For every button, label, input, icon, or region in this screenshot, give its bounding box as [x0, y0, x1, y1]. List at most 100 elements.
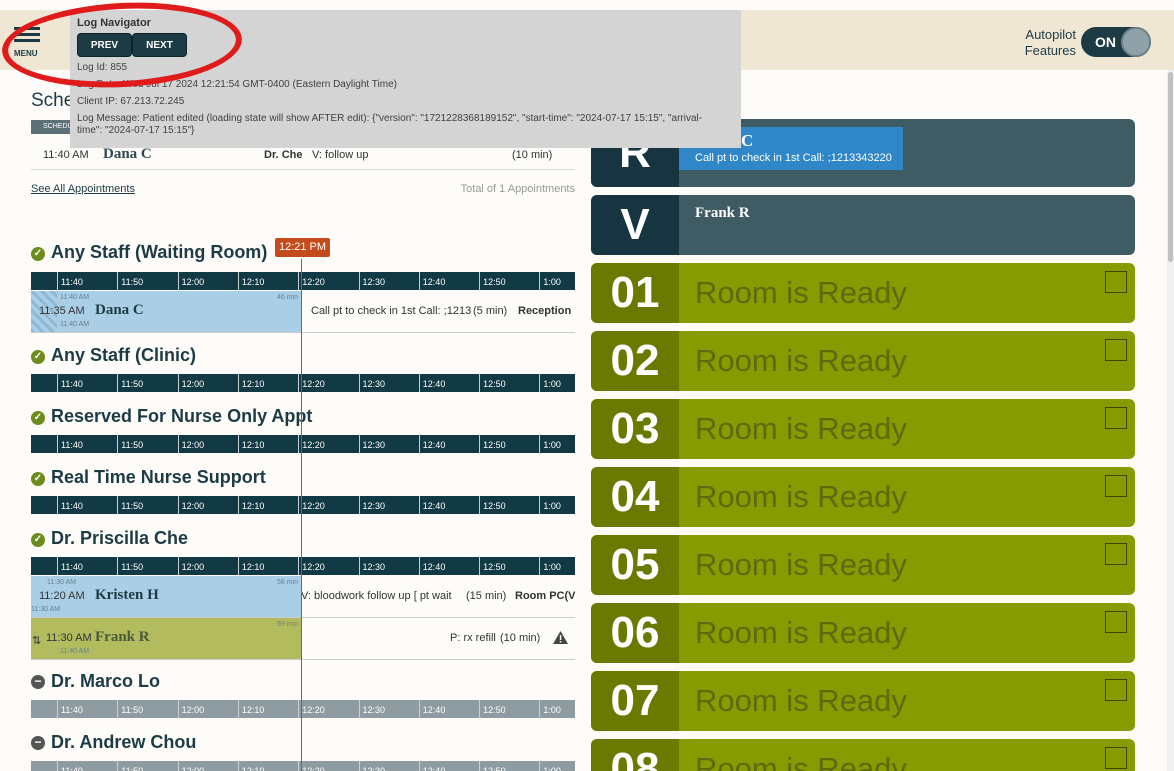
- timeline: 11:40 11:50 12:00 12:10 12:20 12:30 12:40 12:50…: [31, 761, 575, 771]
- room-03[interactable]: 03 Room is Ready: [591, 399, 1135, 459]
- room-checkbox[interactable]: [1105, 543, 1127, 565]
- room-04[interactable]: 04 Room is Ready: [591, 467, 1135, 527]
- timeline-tick: 12:30: [358, 272, 385, 290]
- timeline-tick: 12:10: [237, 700, 264, 718]
- appointment-duration: (10 min): [500, 632, 541, 644]
- timeline-tick: 12:40: [418, 374, 445, 392]
- start-label: 11:30 AM: [47, 579, 77, 586]
- timeline-tick: 12:50: [479, 557, 506, 575]
- timeline-tick: 12:40: [418, 272, 445, 290]
- timeline: 11:40 11:50 12:00 12:10 12:20 12:30 12:40 12:50…: [31, 374, 575, 392]
- toggle-knob[interactable]: [1121, 27, 1151, 57]
- log-message: Log Message: Patient edited (loading sta…: [77, 113, 734, 137]
- autopilot-toggle[interactable]: ON: [1081, 27, 1151, 57]
- timeline-tick: 12:20: [298, 496, 325, 514]
- room-checkbox[interactable]: [1105, 407, 1127, 429]
- timeline-tick: 12:20: [298, 272, 325, 290]
- row-time: 11:40 AM: [43, 149, 89, 161]
- room-checkbox[interactable]: [1105, 339, 1127, 361]
- room-checkbox[interactable]: [1105, 611, 1127, 633]
- warning-icon[interactable]: [552, 630, 569, 645]
- room-number: 08: [591, 739, 679, 771]
- timeline-tick: 12:30: [358, 700, 385, 718]
- patient-name: Kristen H: [95, 587, 159, 603]
- appointment-block[interactable]: 11:40 AM 46 min 11:40 AM 11:35 AM Dana C: [31, 291, 301, 332]
- prev-button[interactable]: PREV: [77, 33, 132, 57]
- timeline-tick: 11:40: [57, 496, 83, 514]
- appointment-note: Call pt to check in 1st Call: ;1213: [311, 305, 472, 317]
- row-doctor: Dr. Che: [264, 149, 303, 161]
- timeline: 11:40 11:50 12:00 12:10 12:20 12:30 12:40 12:50…: [31, 272, 575, 290]
- staff-title-clinic: ✓ Any Staff (Clinic): [31, 345, 196, 366]
- timeline-tick: 12:00: [177, 435, 204, 453]
- appointment-block[interactable]: ⇅ 59 min 11:40 AM 11:30 AM Frank R: [31, 618, 301, 659]
- room-checkbox[interactable]: [1105, 475, 1127, 497]
- reorder-icon[interactable]: ⇅: [32, 634, 41, 647]
- room-status: Room is Ready: [695, 751, 907, 771]
- room-07[interactable]: 07 Room is Ready: [591, 671, 1135, 731]
- toggle-label: ON: [1095, 34, 1116, 50]
- room-05[interactable]: 05 Room is Ready: [591, 535, 1135, 595]
- room-02[interactable]: 02 Room is Ready: [591, 331, 1135, 391]
- timeline: 11:40 11:50 12:00 12:10 12:20 12:30 12:40 12:50…: [31, 496, 575, 514]
- staff-title-nurse-only: ✓ Reserved For Nurse Only Appt: [31, 406, 312, 427]
- room-number: 04: [591, 467, 679, 527]
- staff-name: Dr. Priscilla Che: [51, 528, 189, 548]
- timeline-tick: 11:50: [117, 761, 143, 771]
- room-number: 02: [591, 331, 679, 391]
- room-status: Room is Ready: [695, 411, 907, 446]
- timeline-tick: 12:40: [418, 557, 445, 575]
- appointment-dana[interactable]: 11:40 AM 46 min 11:40 AM 11:35 AM Dana C…: [31, 291, 575, 333]
- room-01[interactable]: 01 Room is Ready: [591, 263, 1135, 323]
- timeline-tick: 12:30: [358, 435, 385, 453]
- timeline-tick: 11:50: [117, 374, 143, 392]
- timeline-tick: 12:10: [237, 557, 264, 575]
- timeline-tick: 1:00: [539, 435, 561, 453]
- appointment-duration: (5 min): [473, 305, 508, 317]
- room-number: 07: [591, 671, 679, 731]
- scrollbar-thumb[interactable]: [1168, 72, 1173, 262]
- arrival-label: 11:30 AM: [31, 606, 61, 613]
- check-icon: ✓: [31, 411, 45, 425]
- appointment-duration: (15 min): [466, 590, 507, 602]
- room-letter: V: [591, 195, 679, 255]
- timeline-tick: 12:00: [177, 496, 204, 514]
- appointment-location: Room PC(VI: [515, 590, 575, 602]
- timeline-tick: 12:20: [298, 761, 325, 771]
- appointment-kristen[interactable]: 11:30 AM 58 min 11:30 AM 11:20 AM Kriste…: [31, 576, 575, 618]
- room-08[interactable]: 08 Room is Ready: [591, 739, 1135, 771]
- timeline-tick: 11:50: [117, 700, 143, 718]
- next-button[interactable]: NEXT: [132, 33, 187, 57]
- timeline-tick: 12:50: [479, 700, 506, 718]
- row-duration: (10 min): [512, 149, 553, 161]
- appointment-frank[interactable]: ⇅ 59 min 11:40 AM 11:30 AM Frank R P: rx…: [31, 618, 575, 660]
- staff-title-waiting-room: ✓ Any Staff (Waiting Room): [31, 242, 267, 263]
- timeline-tick: 12:30: [358, 557, 385, 575]
- staff-title-dr-chou: − Dr. Andrew Chou: [31, 732, 196, 753]
- start-label: 11:40 AM: [60, 294, 90, 301]
- room-06[interactable]: 06 Room is Ready: [591, 603, 1135, 663]
- timeline-tick: 11:50: [117, 272, 143, 290]
- room-checkbox[interactable]: [1105, 679, 1127, 701]
- timeline-tick: 12:30: [358, 761, 385, 771]
- schedule-title: Sche: [31, 90, 75, 111]
- see-all-appointments-link[interactable]: See All Appointments: [31, 183, 135, 195]
- staff-name: Any Staff (Waiting Room): [51, 242, 268, 262]
- log-id: Log Id: 855: [77, 62, 128, 73]
- timeline-tick: 12:10: [237, 374, 264, 392]
- autopilot-line1: Autopilot: [1025, 27, 1076, 42]
- timeline-tick: 12:10: [237, 496, 264, 514]
- timeline-tick: 12:40: [418, 496, 445, 514]
- staff-title-nurse-support: ✓ Real Time Nurse Support: [31, 467, 266, 488]
- room-patient: C: [741, 131, 754, 150]
- patient-name: Dana C: [95, 302, 144, 318]
- hamburger-icon-line: [14, 33, 40, 36]
- hamburger-icon: [14, 27, 40, 30]
- timeline-tick: 12:50: [479, 761, 506, 771]
- room-checkbox[interactable]: [1105, 271, 1127, 293]
- client-ip: Client IP: 67.213.72.245: [77, 96, 185, 107]
- room-visit[interactable]: V Frank R: [591, 195, 1135, 255]
- staff-title-dr-che: ✓ Dr. Priscilla Che: [31, 528, 188, 549]
- room-checkbox[interactable]: [1105, 747, 1127, 769]
- appointment-block[interactable]: 11:30 AM 58 min 11:30 AM 11:20 AM Kriste…: [31, 576, 301, 617]
